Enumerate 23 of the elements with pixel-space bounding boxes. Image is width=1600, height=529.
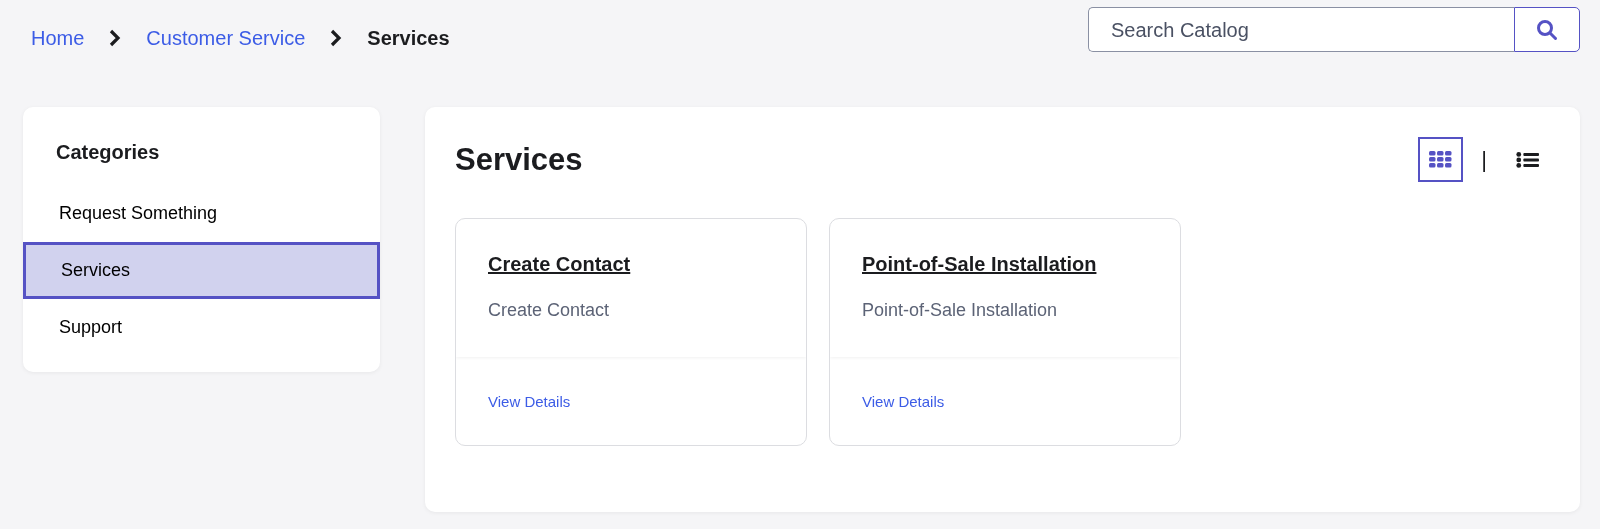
grid-icon xyxy=(1429,151,1453,168)
breadcrumb-link[interactable]: Customer Service xyxy=(146,23,306,53)
service-title-link[interactable]: Create Contact xyxy=(488,253,631,275)
service-description: Create Contact xyxy=(488,299,611,322)
categories-heading: Categories xyxy=(55,140,161,165)
grid-view-button[interactable] xyxy=(1418,137,1464,182)
service-description: Point-of-Sale Installation xyxy=(862,299,1059,322)
view-details-link[interactable]: View Details xyxy=(862,393,945,410)
category-item[interactable]: Services xyxy=(23,242,380,299)
page-title: Services xyxy=(455,140,583,179)
service-title-link[interactable]: Point-of-Sale Installation xyxy=(862,253,1097,275)
search-button[interactable] xyxy=(1514,7,1580,52)
chevron-right-icon xyxy=(329,29,344,47)
breadcrumb-link[interactable]: Home xyxy=(31,23,85,53)
view-details-link[interactable]: View Details xyxy=(488,393,571,410)
category-item[interactable]: Support xyxy=(23,299,380,356)
list-icon xyxy=(1516,151,1539,168)
chevron-right-icon xyxy=(108,29,123,47)
search-icon xyxy=(1536,18,1558,41)
breadcrumb-current: Services xyxy=(367,26,450,51)
category-item[interactable]: Request Something xyxy=(23,185,380,242)
search-field[interactable]: Search Catalog xyxy=(1088,7,1514,52)
separator: | xyxy=(1481,146,1487,174)
